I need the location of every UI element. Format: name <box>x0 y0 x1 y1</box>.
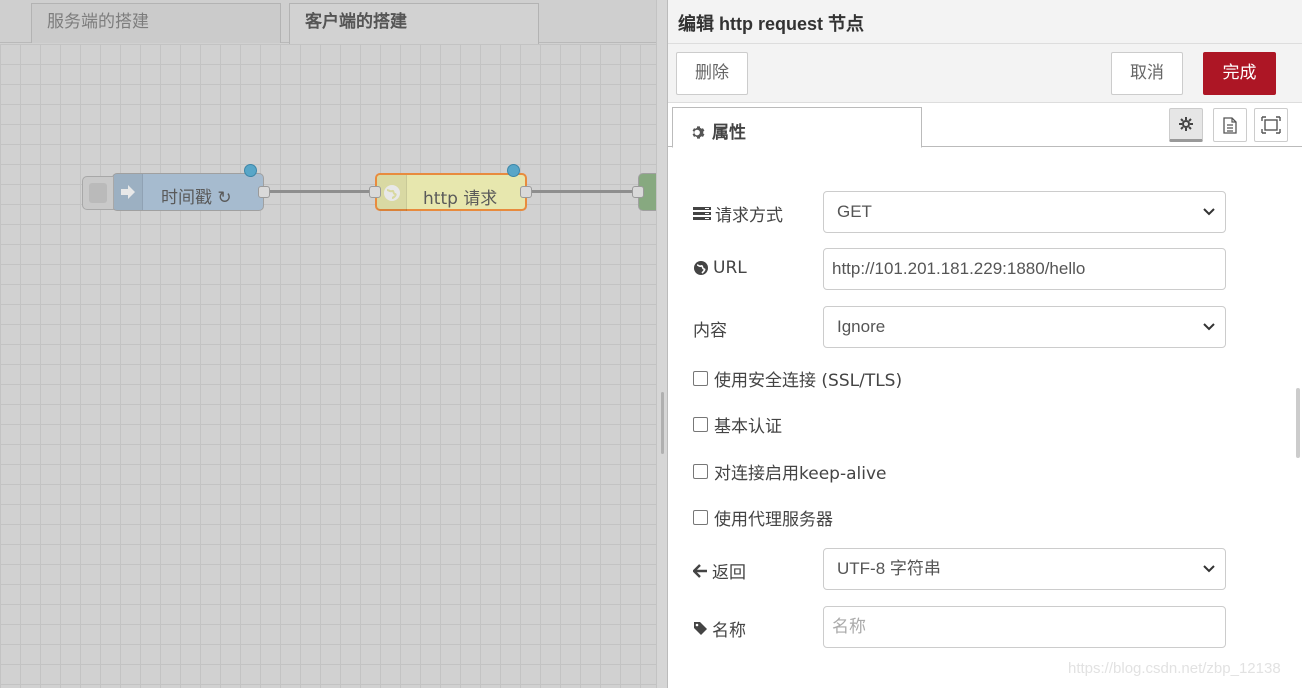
settings-view-button[interactable] <box>1169 108 1203 142</box>
ssl-checkbox-box[interactable] <box>693 371 708 386</box>
name-label: 名称 <box>693 616 746 641</box>
node-edit-panel: 编辑 http request 节点 删除 取消 完成 属性 请求方式 GET … <box>667 0 1302 688</box>
keep-alive-checkbox[interactable]: 对连接启用keep-alive <box>693 459 886 484</box>
arrow-right-icon <box>113 174 143 210</box>
chevron-down-icon <box>1203 208 1215 216</box>
tag-icon <box>694 622 707 635</box>
inject-output-port[interactable] <box>258 186 270 198</box>
gear-icon <box>1179 117 1193 131</box>
http-request-node[interactable]: http 请求 <box>375 173 527 211</box>
return-select[interactable]: UTF-8 字符串 <box>823 548 1226 590</box>
appearance-view-button[interactable] <box>1254 108 1288 142</box>
http-request-node-label: http 请求 <box>423 189 498 209</box>
inject-trigger-button[interactable] <box>82 176 114 210</box>
inject-node-label: 时间戳 ↻ <box>161 188 232 208</box>
frame-icon <box>1261 116 1281 134</box>
url-input[interactable]: http://101.201.181.229:1880/hello <box>823 248 1226 290</box>
wire-inject-to-http[interactable] <box>268 190 376 193</box>
watermark: https://blog.csdn.net/zbp_12138 <box>1068 660 1281 677</box>
globe-icon <box>377 175 407 211</box>
inject-changed-indicator <box>244 164 257 177</box>
tasks-icon <box>693 206 711 220</box>
panel-header: 编辑 http request 节点 <box>668 0 1302 44</box>
inject-node[interactable]: 时间戳 ↻ <box>112 173 264 211</box>
delete-button[interactable]: 删除 <box>676 52 748 95</box>
workspace-tabbar: 服务端的搭建 客户端的搭建 <box>0 0 660 44</box>
ssl-checkbox[interactable]: 使用安全连接 (SSL/TLS) <box>693 366 902 391</box>
tab-properties[interactable]: 属性 <box>672 107 922 148</box>
debug-input-port[interactable] <box>632 186 644 198</box>
http-request-input-port[interactable] <box>369 186 381 198</box>
panel-title: 编辑 http request 节点 <box>678 14 865 34</box>
url-label: URL <box>693 258 747 278</box>
chevron-down-icon <box>1203 565 1215 573</box>
payload-label: 内容 <box>693 321 727 341</box>
name-input[interactable]: 名称 <box>823 606 1226 648</box>
globe-icon <box>694 261 708 275</box>
document-icon <box>1223 116 1237 134</box>
properties-form: 请求方式 GET URL http://101.201.181.229:1880… <box>668 148 1302 688</box>
chevron-down-icon <box>1203 323 1215 331</box>
keep-alive-checkbox-box[interactable] <box>693 464 708 479</box>
panel-scrollbar[interactable] <box>1296 388 1300 458</box>
panel-tabs: 属性 <box>668 103 1302 148</box>
tab-properties-label: 属性 <box>712 123 746 143</box>
proxy-checkbox[interactable]: 使用代理服务器 <box>693 505 833 530</box>
wire-http-to-debug[interactable] <box>530 190 638 193</box>
done-button[interactable]: 完成 <box>1203 52 1276 95</box>
method-label: 请求方式 <box>693 201 783 226</box>
proxy-checkbox-box[interactable] <box>693 510 708 525</box>
arrow-left-icon <box>693 563 707 578</box>
method-select[interactable]: GET <box>823 191 1226 233</box>
http-request-changed-indicator <box>507 164 520 177</box>
flow-workspace: 服务端的搭建 客户端的搭建 时间戳 ↻ http 请求 <box>0 0 660 688</box>
description-view-button[interactable] <box>1213 108 1247 142</box>
panel-toolbar: 删除 取消 完成 <box>668 44 1302 103</box>
basic-auth-checkbox[interactable]: 基本认证 <box>693 412 782 437</box>
payload-select[interactable]: Ignore <box>823 306 1226 348</box>
flow-canvas[interactable]: 时间戳 ↻ http 请求 <box>0 44 660 688</box>
http-request-output-port[interactable] <box>520 186 532 198</box>
gear-icon <box>691 125 706 145</box>
cancel-button[interactable]: 取消 <box>1111 52 1183 95</box>
return-label: 返回 <box>693 558 746 583</box>
tab-server-setup[interactable]: 服务端的搭建 <box>31 3 281 43</box>
tab-client-setup[interactable]: 客户端的搭建 <box>289 3 539 44</box>
basic-auth-checkbox-box[interactable] <box>693 417 708 432</box>
